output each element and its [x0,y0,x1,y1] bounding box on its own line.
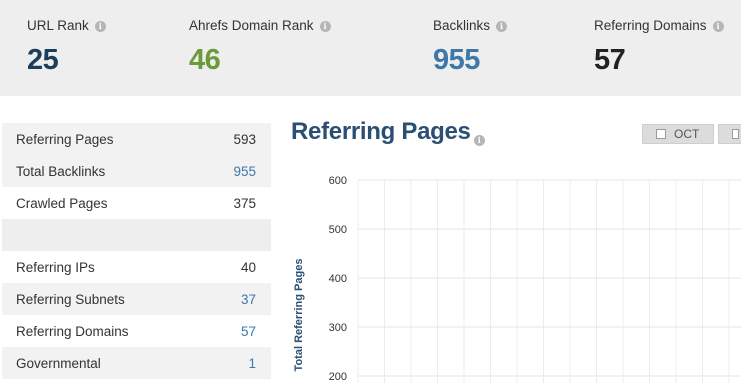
stat-value: 593 [233,131,256,147]
stat-value-link[interactable]: 955 [233,164,256,179]
checkbox-icon[interactable] [732,129,739,139]
stat-label: Referring Domains [16,323,129,339]
info-icon[interactable]: i [496,20,508,32]
month-toggle-oct[interactable]: OCT [642,124,714,144]
chart-title: Referring Pages i [291,118,485,146]
metric-value: 25 [27,44,59,76]
stat-label: Referring Pages [16,131,114,147]
stat-label: Referring IPs [16,259,95,275]
stat-row-crawled-pages: Crawled Pages 375 [2,187,271,219]
stat-label: Crawled Pages [16,195,108,211]
stat-value: 375 [233,195,256,211]
stat-row-referring-ips: Referring IPs 40 [2,251,271,283]
y-tick-label: 300 [329,322,347,334]
info-icon[interactable]: i [319,20,331,32]
month-toggle-label: OCT [674,127,700,141]
stat-row-governmental: Governmental 1 [2,347,271,379]
metrics-bar: URL Rank i 25 Ahrefs Domain Rank i 46 Back… [0,0,741,96]
info-icon[interactable]: i [473,135,485,146]
checkbox-icon[interactable] [656,129,666,139]
stat-row-total-backlinks: Total Backlinks 955 [2,155,271,187]
stat-label: Referring Subnets [16,291,125,307]
metric-value: 46 [189,44,221,76]
stat-label: Governmental [16,355,101,371]
stat-row-referring-domains: Referring Domains 57 [2,315,271,347]
stat-value: 40 [240,259,256,275]
y-axis-title: Total Referring Pages [293,259,305,372]
y-tick-label: 600 [329,175,347,187]
month-toggle-next[interactable] [718,124,741,144]
stat-value-link[interactable]: 1 [248,356,256,371]
info-icon[interactable]: i [94,20,106,32]
stat-value-link[interactable]: 37 [241,292,256,307]
stat-row-spacer [2,219,271,251]
metric-value[interactable]: 955 [433,44,480,77]
stat-row-referring-subnets: Referring Subnets 37 [2,283,271,315]
stats-table: Referring Pages 593 Total Backlinks 955 … [2,123,271,379]
metric-value: 57 [594,44,626,76]
referring-pages-chart: 600 500 400 300 200 Total Referring Pages [293,175,741,383]
stat-row-referring-pages: Referring Pages 593 [2,123,271,155]
y-tick-label: 200 [329,371,347,383]
chart-title-text: Referring Pages [291,118,471,145]
stat-value-link[interactable]: 57 [241,324,256,339]
stat-label: Total Backlinks [16,163,106,179]
metric-label: Ahrefs Domain Rank [189,18,314,33]
y-tick-label: 500 [329,224,347,236]
metric-label: Referring Domains [594,18,707,33]
metric-label: Backlinks [433,18,491,33]
info-icon[interactable]: i [712,20,724,32]
metric-label: URL Rank [27,18,89,33]
y-tick-label: 400 [329,273,347,285]
